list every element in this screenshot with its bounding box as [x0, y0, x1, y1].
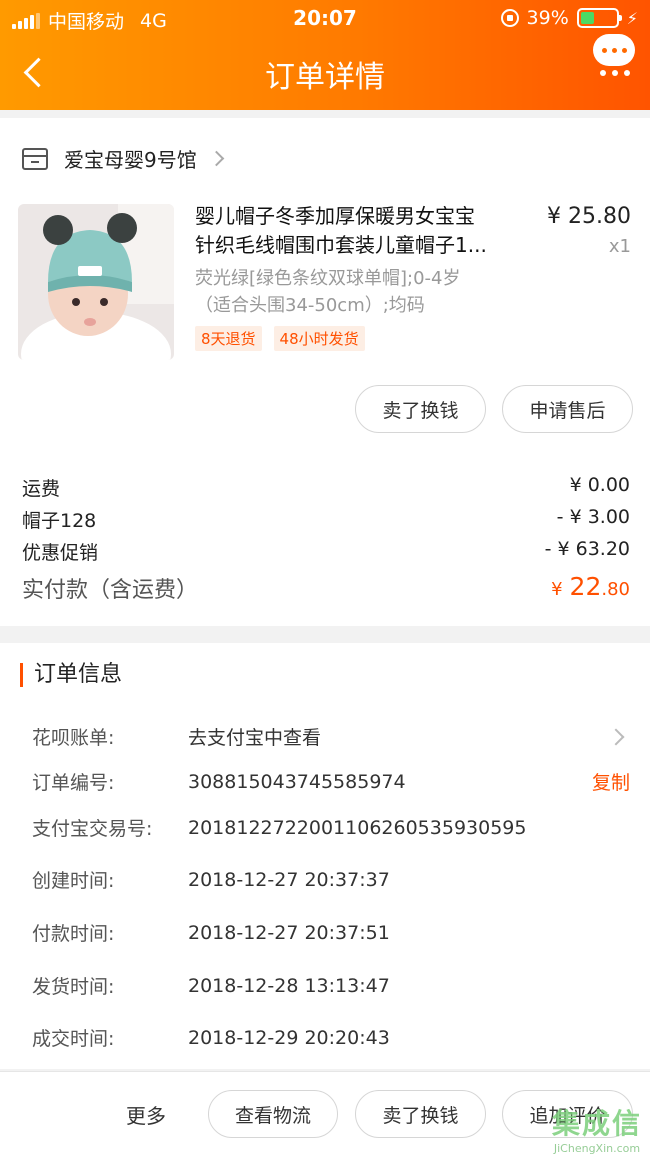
- more-button[interactable]: 更多: [126, 1100, 166, 1129]
- battery-percent: 39%: [526, 7, 569, 29]
- info-row-alipay-trade: 支付宝交易号: 2018122722001106260535930595: [32, 814, 630, 841]
- chevron-right-icon: [607, 728, 625, 745]
- charging-icon: ⚡: [626, 8, 638, 28]
- fee-row-coupon: 帽子128 - ¥ 3.00: [22, 506, 630, 533]
- watermark-logo: 集成信 JiChengXin.com: [552, 1102, 642, 1155]
- battery-icon: [576, 8, 622, 28]
- fee-amount: - ¥ 63.20: [544, 538, 630, 560]
- page-title: 订单详情: [265, 60, 385, 95]
- sell-for-cash-button[interactable]: 卖了换钱: [355, 1090, 486, 1138]
- info-row-created: 创建时间: 2018-12-27 20:37:37: [32, 866, 630, 893]
- chevron-right-icon: [208, 150, 225, 167]
- shop-icon: [22, 147, 48, 170]
- after-sale-button[interactable]: 申请售后: [502, 385, 633, 433]
- service-tag: 48小时发货: [273, 326, 365, 351]
- info-value: 去支付宝中查看: [188, 727, 322, 749]
- info-row-huabei[interactable]: 花呗账单: 去支付宝中查看: [32, 723, 630, 750]
- more-dots-icon: [600, 70, 630, 76]
- header-bar: 中国移动 4G 20:07 39% ⚡ 订单详情: [0, 0, 650, 110]
- order-info-section: 订单信息 花呗账单: 去支付宝中查看 订单编号: 308815043745585…: [0, 643, 650, 1069]
- copy-button[interactable]: 复制: [592, 768, 630, 795]
- service-tag: 8天退货: [195, 326, 262, 351]
- product-title-line2: 针织毛线帽围巾套装儿童帽子1...: [195, 233, 487, 257]
- total-currency: ¥: [551, 579, 563, 600]
- product-image[interactable]: [18, 204, 174, 360]
- total-paid-label: 实付款（含运费）: [22, 578, 199, 603]
- total-integer: 22: [569, 572, 602, 601]
- info-label: 发货时间:: [32, 976, 115, 998]
- product-spec: 荧光绿[绿色条纹双球单帽];0-4岁 （适合头围34-50cm）;均码: [195, 265, 525, 319]
- product-title-line1: 婴儿帽子冬季加厚保暖男女宝宝: [195, 204, 475, 228]
- order-info-title: 订单信息: [20, 663, 122, 687]
- track-logistics-button[interactable]: 查看物流: [208, 1090, 338, 1138]
- fee-row-shipping: 运费 ¥ 0.00: [22, 474, 630, 501]
- fee-label: 运费: [22, 478, 61, 500]
- fee-label: 优惠促销: [22, 542, 99, 564]
- shop-name: 爱宝母婴9号馆: [64, 148, 197, 172]
- info-label: 创建时间:: [32, 870, 115, 892]
- info-value: 308815043745585974: [188, 770, 406, 793]
- product-title[interactable]: 婴儿帽子冬季加厚保暖男女宝宝 针织毛线帽围巾套装儿童帽子1...: [195, 202, 530, 260]
- info-row-completed: 成交时间: 2018-12-29 20:20:43: [32, 1024, 630, 1051]
- info-label: 成交时间:: [32, 1028, 115, 1050]
- fee-amount: - ¥ 3.00: [556, 506, 630, 528]
- fee-row-promotion: 优惠促销 - ¥ 63.20: [22, 538, 630, 565]
- watermark-text: 集成信: [551, 1107, 642, 1140]
- info-value: 2018-12-28 13:13:47: [188, 974, 390, 997]
- total-decimal: .80: [601, 579, 630, 600]
- total-paid-row: 实付款（含运费） ¥ 22.80: [22, 572, 630, 604]
- product-spec-line1: 荧光绿[绿色条纹双球单帽];0-4岁: [195, 268, 461, 289]
- total-paid-amount: ¥ 22.80: [551, 572, 630, 604]
- product-quantity: x1: [608, 236, 631, 257]
- info-value: 2018-12-27 20:37:37: [188, 868, 390, 891]
- shop-link[interactable]: 爱宝母婴9号馆: [22, 144, 225, 173]
- status-right: 39% ⚡: [500, 7, 638, 29]
- fee-label: 帽子128: [22, 510, 97, 532]
- info-row-shipped: 发货时间: 2018-12-28 13:13:47: [32, 972, 630, 999]
- message-more-button[interactable]: [586, 32, 638, 80]
- info-value: 2018-12-27 20:37:51: [188, 921, 390, 944]
- watermark-subtext: JiChengXin.com: [553, 1142, 641, 1155]
- info-label: 花呗账单:: [32, 727, 115, 749]
- status-bar: 中国移动 4G 20:07 39% ⚡: [0, 0, 650, 36]
- rotation-lock-icon: [500, 9, 519, 27]
- product-price: ¥ 25.80: [547, 204, 631, 229]
- info-label: 支付宝交易号:: [32, 818, 153, 840]
- message-icon: [593, 34, 635, 66]
- product-spec-line2: （适合头围34-50cm）;均码: [195, 295, 425, 316]
- sell-for-cash-button[interactable]: 卖了换钱: [355, 385, 486, 433]
- info-row-paid: 付款时间: 2018-12-27 20:37:51: [32, 919, 630, 946]
- order-item-card: 爱宝母婴9号馆 婴儿帽子冬季加厚保暖男女宝宝 针织毛线帽围巾套装儿童帽子1...…: [0, 118, 650, 626]
- info-value: 2018-12-29 20:20:43: [188, 1026, 390, 1049]
- info-row-order-number: 订单编号: 308815043745585974 复制: [32, 768, 630, 795]
- info-label: 付款时间:: [32, 923, 115, 945]
- service-tags: 8天退货 48小时发货: [195, 326, 365, 351]
- info-value: 2018122722001106260535930595: [188, 816, 527, 839]
- fee-amount: ¥ 0.00: [569, 474, 630, 496]
- info-label: 订单编号:: [32, 772, 115, 794]
